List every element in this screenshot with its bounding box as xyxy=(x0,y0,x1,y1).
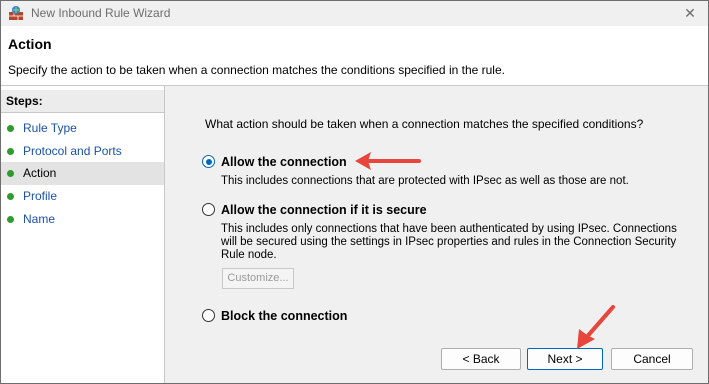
step-profile[interactable]: Profile xyxy=(1,185,164,208)
allow-if-secure-label[interactable]: Allow the connection if it is secure xyxy=(221,203,427,217)
block-connection-label[interactable]: Block the connection xyxy=(221,309,347,323)
action-content: What action should be taken when a conne… xyxy=(165,86,708,383)
step-label: Action xyxy=(23,166,57,180)
title-bar: New Inbound Rule Wizard ✕ xyxy=(1,1,708,26)
step-label: Protocol and Ports xyxy=(23,144,122,158)
allow-if-secure-radio[interactable] xyxy=(202,203,215,216)
back-button[interactable]: < Back xyxy=(441,348,521,370)
window-title: New Inbound Rule Wizard xyxy=(31,6,171,20)
step-status-dot-icon xyxy=(7,216,14,223)
annotation-arrow-icon xyxy=(577,305,615,349)
steps-heading-label: Steps: xyxy=(6,94,43,108)
step-status-dot-icon xyxy=(7,193,14,200)
step-label: Profile xyxy=(23,189,58,203)
step-rule-type[interactable]: Rule Type xyxy=(1,117,164,140)
page-title: Action xyxy=(8,36,52,52)
action-question: What action should be taken when a conne… xyxy=(205,117,644,131)
allow-if-secure-description-line: Rule node. xyxy=(221,249,277,261)
step-protocol-and-ports[interactable]: Protocol and Ports xyxy=(1,140,164,163)
step-status-dot-icon xyxy=(7,125,14,132)
allow-if-secure-description-line: will be secured using the settings in IP… xyxy=(221,236,677,248)
step-action[interactable]: Action xyxy=(1,162,164,185)
annotation-arrow-icon xyxy=(355,152,421,170)
steps-heading: Steps: xyxy=(1,90,164,113)
close-icon: ✕ xyxy=(684,5,696,21)
step-status-dot-icon xyxy=(7,148,14,155)
close-button[interactable]: ✕ xyxy=(679,4,701,22)
step-status-dot-icon xyxy=(7,170,14,177)
allow-if-secure-description-line: This includes only connections that have… xyxy=(221,223,677,235)
allow-connection-description: This includes connections that are prote… xyxy=(221,175,629,187)
allow-connection-radio[interactable] xyxy=(202,155,215,168)
customize-button[interactable]: Customize... xyxy=(222,268,294,289)
firewall-app-icon xyxy=(9,6,23,20)
step-label: Rule Type xyxy=(23,121,77,135)
step-label: Name xyxy=(23,212,56,226)
page-header: Action Specify the action to be taken wh… xyxy=(1,26,708,86)
step-name[interactable]: Name xyxy=(1,208,164,231)
steps-panel: Steps: Rule Type Protocol and Ports Acti… xyxy=(1,86,165,383)
page-description: Specify the action to be taken when a co… xyxy=(8,63,505,77)
allow-connection-label[interactable]: Allow the connection xyxy=(221,155,347,169)
block-connection-radio[interactable] xyxy=(202,309,215,322)
wizard-window: New Inbound Rule Wizard ✕ Action Specify… xyxy=(0,0,709,384)
cancel-button[interactable]: Cancel xyxy=(611,348,693,370)
